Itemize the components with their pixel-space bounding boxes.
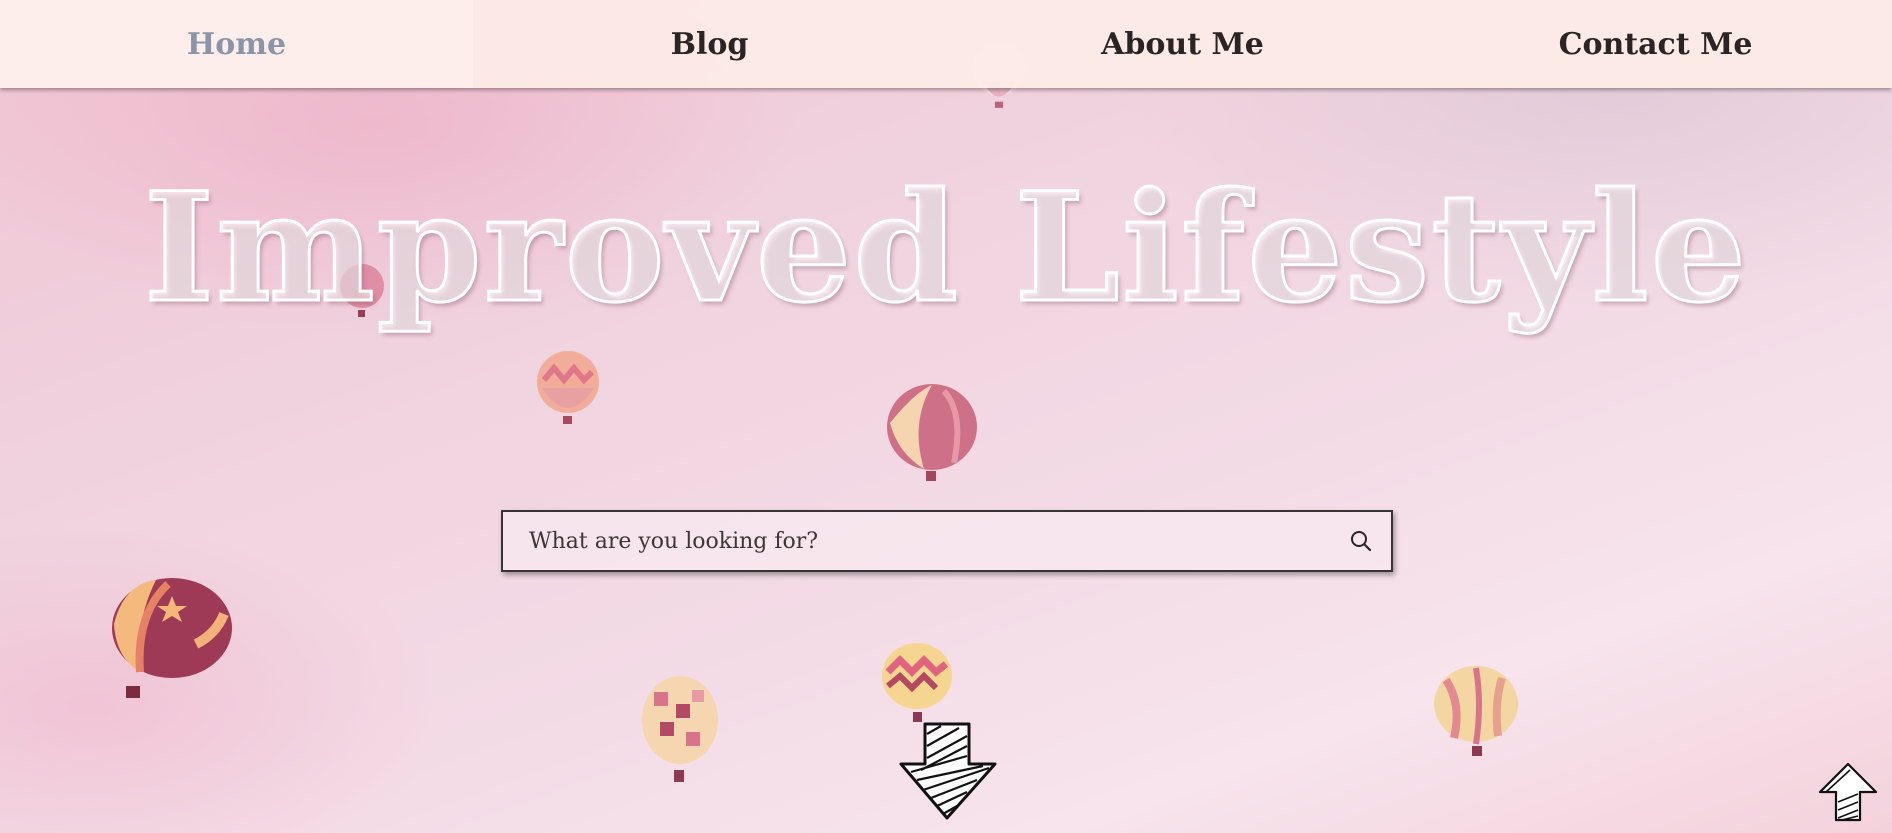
up-arrow-icon[interactable] <box>1818 762 1878 824</box>
nav-home[interactable]: Home <box>0 0 473 88</box>
hot-air-balloon-image <box>642 676 718 782</box>
nav-contact-me[interactable]: Contact Me <box>1419 0 1892 88</box>
search-input[interactable] <box>503 511 1331 571</box>
search-icon <box>1351 531 1372 552</box>
search-bar <box>501 510 1393 572</box>
main-navigation: Home Blog About Me Contact Me <box>0 0 1892 88</box>
nav-about-me[interactable]: About Me <box>946 0 1419 88</box>
hot-air-balloon-image <box>537 351 599 424</box>
down-arrow-icon[interactable] <box>897 722 999 822</box>
search-button[interactable] <box>1331 512 1391 570</box>
site-title: Improved Lifestyle <box>142 159 1749 338</box>
hot-air-balloon-image <box>882 643 952 722</box>
hot-air-balloon-image <box>112 578 232 698</box>
nav-blog[interactable]: Blog <box>473 0 946 88</box>
hot-air-balloon-image <box>1434 666 1518 756</box>
hot-air-balloon-image <box>887 384 977 481</box>
